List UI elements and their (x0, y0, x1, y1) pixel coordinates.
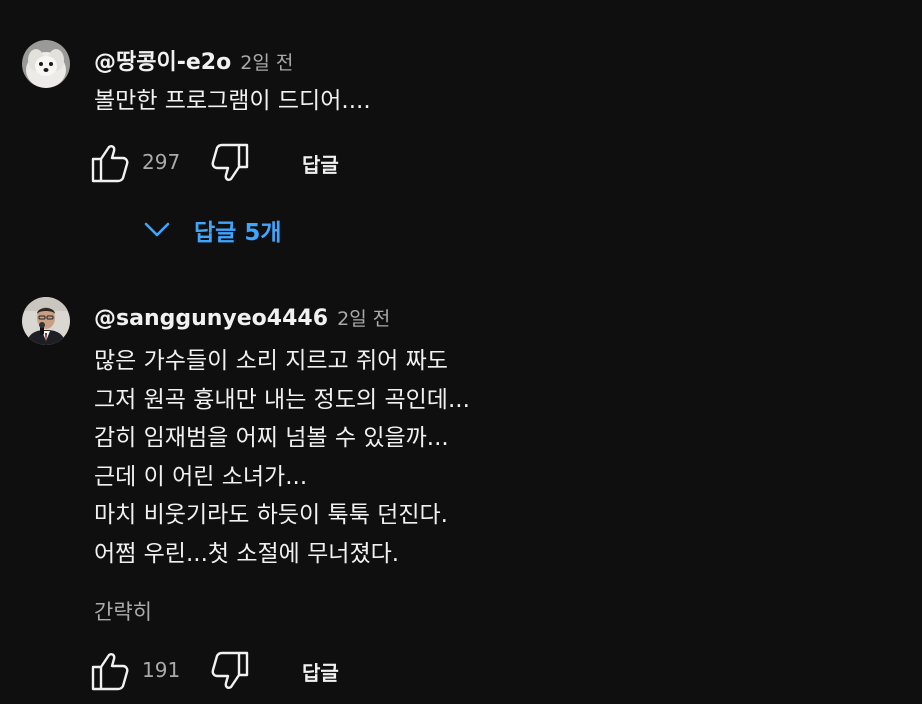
comment-2-actions: 191 답글 (90, 651, 390, 691)
like-count: 297 (142, 150, 181, 174)
view-replies-label: 답글 5개 (194, 220, 282, 246)
dislike-button[interactable] (210, 651, 250, 691)
comment-text-line: 감히 임재범을 어찌 넘볼 수 있을까... (94, 425, 449, 451)
comment-2-avatar[interactable] (22, 297, 70, 345)
comment-1-actions: 297 답글 (90, 143, 390, 183)
man-with-microphone-avatar-icon (22, 297, 70, 345)
show-less-button[interactable]: 간략히 (94, 596, 152, 626)
comment-timestamp[interactable]: 2일 전 (337, 308, 390, 330)
thumbs-up-icon (91, 145, 129, 183)
thumbs-down-icon (211, 143, 249, 181)
comment-1-text: 볼만한 프로그램이 드디어.... (94, 82, 371, 121)
comment-1-header: @땅콩이-e2o 2일 전 (94, 44, 293, 76)
like-button[interactable] (90, 651, 130, 691)
like-button[interactable] (90, 143, 130, 183)
like-count: 191 (142, 658, 181, 682)
reply-button[interactable]: 답글 (302, 657, 339, 686)
thumbs-down-icon (211, 651, 249, 689)
comment-text-line: 근데 이 어린 소녀가... (94, 463, 308, 490)
comment-2-header: @sanggunyeo4446 2일 전 (94, 304, 390, 331)
thumbs-up-icon (91, 653, 129, 691)
dislike-button[interactable] (210, 143, 250, 183)
reply-button[interactable]: 답글 (302, 149, 339, 178)
comment-text-line: 그저 원곡 흉내만 내는 정도의 곡인데... (94, 386, 470, 413)
comment-author[interactable]: @sanggunyeo4446 (94, 306, 328, 331)
chevron-down-icon (144, 222, 170, 237)
comment-1-avatar[interactable] (22, 40, 70, 88)
comment-author[interactable]: @땅콩이-e2o (94, 50, 231, 75)
comment-text-line: 많은 가수들이 소리 지르고 쥐어 짜도 (94, 348, 448, 374)
white-dog-avatar-icon (22, 40, 70, 88)
comment-text-line: 어쩜 우린...첫 소절에 무너졌다. (94, 540, 400, 567)
comment-text-line: 마치 비웃기라도 하듯이 툭툭 던진다. (94, 502, 448, 528)
comment-2-text: 많은 가수들이 소리 지르고 쥐어 짜도 그저 원곡 흉내만 내는 정도의 곡인… (94, 342, 470, 573)
comment-timestamp[interactable]: 2일 전 (240, 52, 293, 74)
comment-text-line: 볼만한 프로그램이 드디어.... (94, 88, 371, 114)
